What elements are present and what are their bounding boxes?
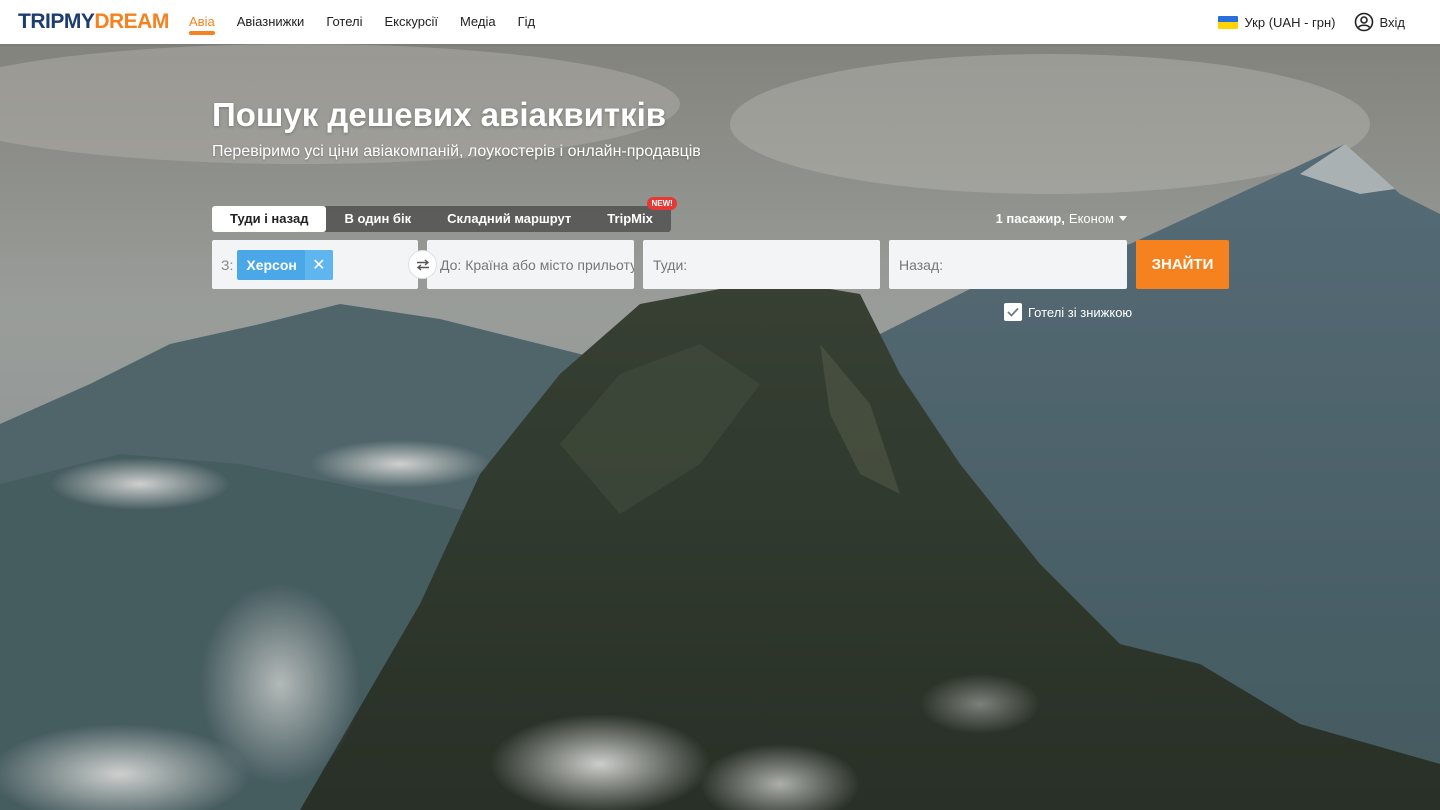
language-label: Укр (UAH - грн) <box>1244 14 1336 30</box>
login-button[interactable]: Вхід <box>1354 12 1406 32</box>
page-title: Пошук дешевих авіаквитків <box>212 96 667 133</box>
passengers-count: 1 пасажир, <box>995 211 1065 226</box>
swap-directions-button[interactable] <box>408 250 437 279</box>
from-field[interactable]: З: Херсон ✕ <box>212 240 418 289</box>
swap-icon <box>416 258 429 271</box>
search-button[interactable]: ЗНАЙТИ <box>1136 240 1229 289</box>
checkmark-icon <box>1007 307 1019 317</box>
from-city-name: Херсон <box>246 256 297 273</box>
passengers-class-selector[interactable]: 1 пасажир, Економ <box>996 211 1127 226</box>
from-city-chip: Херсон ✕ <box>237 249 333 280</box>
login-label: Вхід <box>1379 14 1406 30</box>
nav-item-guide[interactable]: Гід <box>518 0 536 44</box>
nav-item-deals[interactable]: Авіазнижки <box>237 0 305 44</box>
hotels-discount-option[interactable]: Готелі зі знижкою <box>1004 303 1132 321</box>
language-currency-selector[interactable]: Укр (UAH - грн) <box>1218 14 1336 30</box>
nav-item-avia[interactable]: Авіа <box>189 0 215 44</box>
tab-round-trip[interactable]: Туди і назад <box>212 206 327 232</box>
nav-item-media[interactable]: Медіа <box>460 0 496 44</box>
user-icon <box>1354 12 1373 32</box>
nav-item-excursions[interactable]: Екскурсії <box>385 0 438 44</box>
return-date-field[interactable]: Назад: <box>889 240 1127 289</box>
to-field[interactable]: До: Країна або місто прильоту <box>427 240 634 289</box>
chevron-down-icon <box>1119 216 1127 221</box>
tab-one-way[interactable]: В один бік <box>326 206 429 232</box>
hotels-checkbox[interactable] <box>1004 303 1022 321</box>
tripmydream-logo[interactable]: TRIPMYDREAM <box>18 10 169 34</box>
page-subtitle: Перевіримо усі ціни авіакомпаній, лоукос… <box>212 143 701 160</box>
cabin-class: Економ <box>1068 211 1114 226</box>
header-right: Укр (UAH - грн) Вхід <box>1218 0 1405 44</box>
nav-item-hotels[interactable]: Готелі <box>326 0 362 44</box>
new-badge: NEW! <box>647 197 677 210</box>
depart-date-field[interactable]: Туди: <box>643 240 880 289</box>
tab-tripmix-label: TripMix <box>607 211 653 226</box>
close-icon[interactable]: ✕ <box>304 249 333 280</box>
tab-tripmix[interactable]: TripMix NEW! <box>589 197 677 232</box>
ukraine-flag-icon <box>1218 15 1239 29</box>
from-label: З: <box>221 256 234 273</box>
hotels-checkbox-label: Готелі зі знижкою <box>1028 304 1133 320</box>
tab-multi-city[interactable]: Складний маршрут <box>429 206 589 232</box>
main-nav: Авіа Авіазнижки Готелі Екскурсії Медіа Г… <box>189 0 557 44</box>
logo-text-part1: TRIPMY <box>18 10 95 33</box>
top-navigation-bar: TRIPMYDREAM Авіа Авіазнижки Готелі Екску… <box>0 0 1440 44</box>
logo-text-part2: DREAM <box>94 10 169 33</box>
trip-type-tabs: Туди і назад В один бік Складний маршрут… <box>212 197 677 232</box>
